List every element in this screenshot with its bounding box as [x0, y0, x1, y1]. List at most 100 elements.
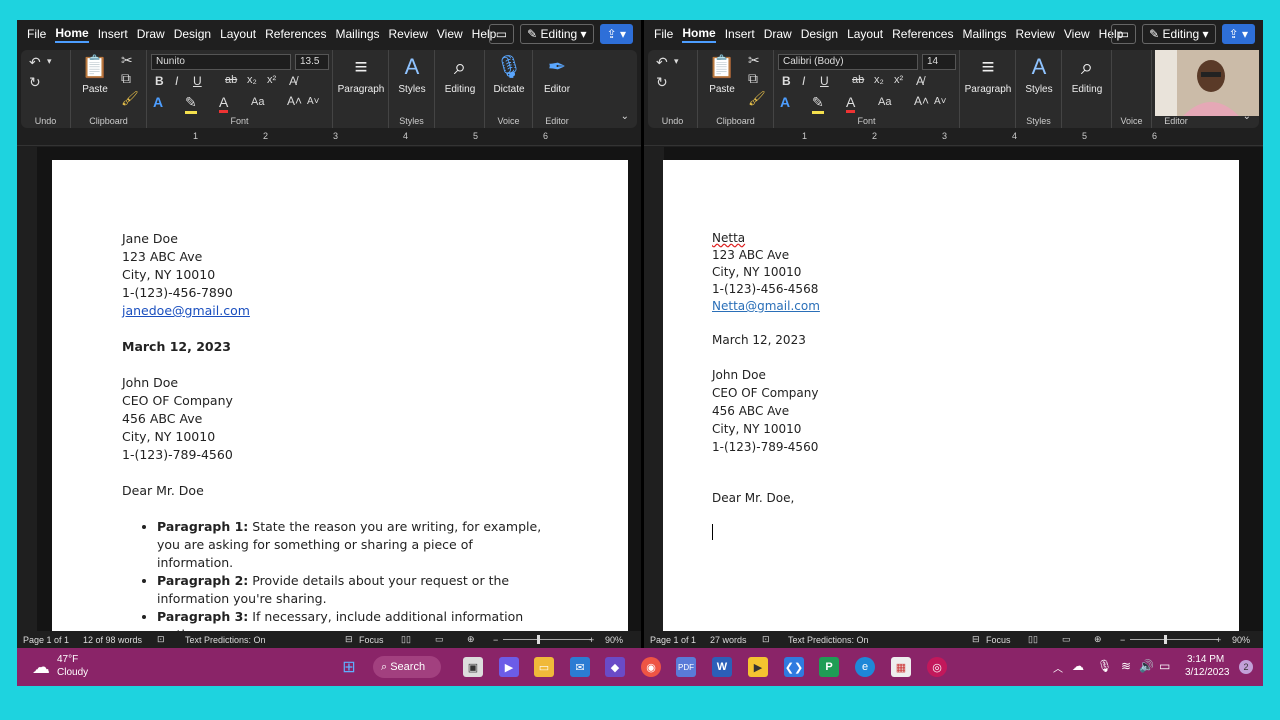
pdf-icon[interactable]: PDF: [676, 657, 696, 677]
clock-time[interactable]: 3:14 PM: [1187, 654, 1224, 665]
menu-home[interactable]: Home: [55, 26, 89, 43]
menu-references[interactable]: References: [892, 27, 953, 41]
underline-icon[interactable]: U: [193, 74, 202, 88]
zoom-slider[interactable]: [1130, 639, 1218, 640]
highlight-icon[interactable]: ✎: [812, 94, 824, 114]
menu-layout[interactable]: Layout: [220, 27, 256, 41]
menu-insert[interactable]: Insert: [725, 27, 755, 41]
page-count[interactable]: Page 1 of 1: [650, 635, 696, 645]
page-count[interactable]: Page 1 of 1: [23, 635, 69, 645]
read-mode-icon[interactable]: ▯▯: [1028, 634, 1038, 645]
proofing-icon[interactable]: ⊡: [762, 634, 770, 645]
menu-references[interactable]: References: [265, 27, 326, 41]
comments-button[interactable]: ▭: [1110, 24, 1137, 44]
font-name-box[interactable]: Calibri (Body): [778, 54, 918, 70]
menu-mailings[interactable]: Mailings: [962, 27, 1006, 41]
web-layout-icon[interactable]: ⊕: [1094, 634, 1102, 645]
text-effects-icon[interactable]: A: [780, 94, 790, 110]
text-predictions[interactable]: Text Predictions: On: [788, 635, 869, 645]
zoom-slider-thumb[interactable]: [1164, 635, 1167, 644]
word-count[interactable]: 12 of 98 words: [83, 635, 142, 645]
publisher-icon[interactable]: P: [819, 657, 839, 677]
font-color-icon[interactable]: A: [846, 94, 856, 113]
focus-icon[interactable]: ⊟: [345, 634, 353, 645]
focus-icon[interactable]: ⊟: [972, 634, 980, 645]
superscript-icon[interactable]: x²: [267, 74, 276, 86]
change-case-icon[interactable]: Aa: [878, 96, 891, 108]
task-view-icon[interactable]: ▣: [463, 657, 483, 677]
copy-icon[interactable]: ⧉: [121, 70, 131, 87]
zoom-in-icon[interactable]: +: [1216, 635, 1221, 645]
battery-icon[interactable]: ▭: [1159, 659, 1170, 673]
redo-icon[interactable]: ↻: [656, 74, 668, 91]
comments-button[interactable]: ▭: [488, 24, 515, 44]
share-button[interactable]: ⇪ ▾: [599, 24, 633, 44]
mail-icon[interactable]: ✉: [570, 657, 590, 677]
menu-design[interactable]: Design: [801, 27, 838, 41]
styles-icon[interactable]: A: [1019, 54, 1059, 80]
windows-start-icon[interactable]: ⊞: [339, 657, 359, 677]
microphone-icon[interactable]: 🎙: [489, 54, 529, 80]
zoom-slider[interactable]: [503, 639, 591, 640]
focus-button[interactable]: Focus: [359, 635, 384, 645]
grow-font-icon[interactable]: A˄: [287, 94, 302, 108]
copilot-icon[interactable]: ◆: [605, 657, 625, 677]
font-size-box[interactable]: 13.5: [295, 54, 329, 70]
subscript-icon[interactable]: x₂: [247, 74, 257, 86]
italic-icon[interactable]: I: [802, 74, 805, 88]
italic-icon[interactable]: I: [175, 74, 178, 88]
menu-design[interactable]: Design: [174, 27, 211, 41]
font-size-box[interactable]: 14: [922, 54, 956, 70]
grow-font-icon[interactable]: A˄: [914, 94, 929, 108]
menu-file[interactable]: File: [654, 27, 673, 41]
cut-icon[interactable]: ✂: [121, 52, 133, 69]
web-layout-icon[interactable]: ⊕: [467, 634, 475, 645]
shrink-font-icon[interactable]: A˅: [307, 96, 320, 107]
chevron-up-icon[interactable]: ︿: [1053, 660, 1063, 675]
word-icon[interactable]: W: [712, 657, 732, 677]
weather-temp[interactable]: 47°F: [57, 654, 78, 665]
copy-icon[interactable]: ⧉: [748, 70, 758, 87]
font-color-icon[interactable]: A: [219, 94, 229, 113]
letter-body[interactable]: Jane Doe 123 ABC Ave City, NY 10010 1-(1…: [122, 230, 542, 631]
format-painter-icon[interactable]: 🖌: [748, 90, 766, 107]
menu-draw[interactable]: Draw: [137, 27, 165, 41]
file-explorer-icon[interactable]: ▭: [534, 657, 554, 677]
print-layout-icon[interactable]: ▭: [1062, 634, 1071, 645]
notification-badge[interactable]: 2: [1239, 660, 1253, 674]
teams-icon[interactable]: ▶: [499, 657, 519, 677]
strikethrough-icon[interactable]: ab: [852, 74, 864, 86]
search-icon[interactable]: ⌕: [440, 54, 480, 80]
menu-layout[interactable]: Layout: [847, 27, 883, 41]
focus-button[interactable]: Focus: [986, 635, 1011, 645]
document-page[interactable]: Jane Doe 123 ABC Ave City, NY 10010 1-(1…: [52, 160, 628, 631]
microphone-icon[interactable]: 🎙: [1097, 659, 1112, 673]
proofing-icon[interactable]: ⊡: [157, 634, 165, 645]
store-icon[interactable]: ▦: [891, 657, 911, 677]
editor-icon[interactable]: ✒: [537, 54, 577, 80]
menu-file[interactable]: File: [27, 27, 46, 41]
zoom-out-icon[interactable]: −: [493, 635, 498, 645]
clear-formatting-icon[interactable]: A̸: [289, 74, 297, 88]
edge-icon[interactable]: e: [855, 657, 875, 677]
strikethrough-icon[interactable]: ab: [225, 74, 237, 86]
letter-body[interactable]: Netta 123 ABC Ave City, NY 10010 1-(123)…: [712, 230, 820, 540]
superscript-icon[interactable]: x²: [894, 74, 903, 86]
shrink-font-icon[interactable]: A˅: [934, 96, 947, 107]
format-painter-icon[interactable]: 🖌: [121, 90, 139, 107]
onedrive-icon[interactable]: ☁: [1072, 659, 1084, 673]
read-mode-icon[interactable]: ▯▯: [401, 634, 411, 645]
bold-icon[interactable]: B: [782, 74, 791, 88]
underline-icon[interactable]: U: [820, 74, 829, 88]
text-effects-icon[interactable]: A: [153, 94, 163, 110]
bold-icon[interactable]: B: [155, 74, 164, 88]
chevron-down-icon[interactable]: ▾: [47, 56, 52, 67]
change-case-icon[interactable]: Aa: [251, 96, 264, 108]
collapse-ribbon-icon[interactable]: ⌄: [621, 111, 629, 122]
zoom-out-icon[interactable]: −: [1120, 635, 1125, 645]
undo-icon[interactable]: ↶: [656, 54, 668, 71]
chevron-down-icon[interactable]: ▾: [674, 56, 679, 67]
word-count[interactable]: 27 words: [710, 635, 747, 645]
styles-icon[interactable]: A: [392, 54, 432, 80]
paste-icon[interactable]: 📋: [702, 54, 742, 80]
